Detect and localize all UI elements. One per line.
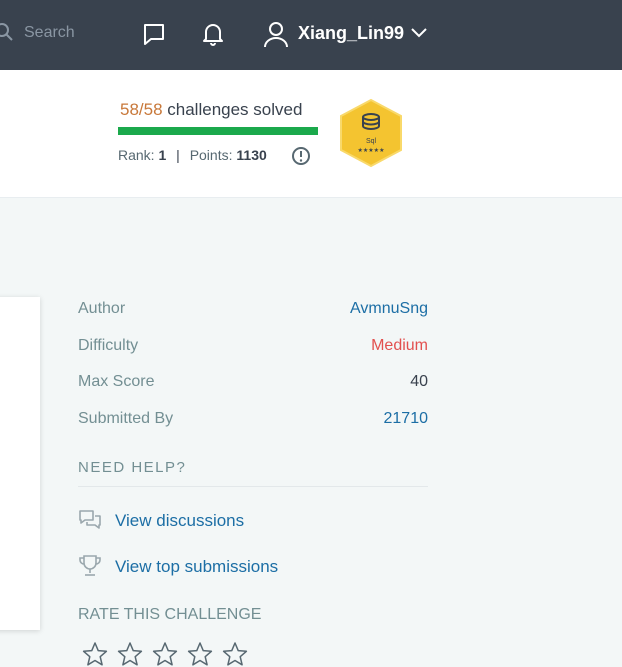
points-label: Points:	[189, 147, 233, 163]
badge-stars: ★★★★★	[358, 147, 385, 154]
rank-label: Rank:	[118, 147, 155, 163]
solved-suffix: challenges solved	[162, 100, 303, 119]
rating-star-1[interactable]	[82, 641, 108, 667]
rating-star-5[interactable]	[222, 641, 248, 667]
view-top-submissions-link[interactable]: View top submissions	[115, 557, 278, 577]
discussions-icon	[79, 510, 101, 529]
top-navigation-bar: Search Xiang_Lin99	[0, 0, 622, 70]
progress-bar-fill	[118, 127, 318, 135]
rating-star-3[interactable]	[152, 641, 178, 667]
badge-name: Sql	[366, 138, 377, 145]
progress-bar	[118, 127, 318, 135]
challenge-content-card	[0, 297, 40, 630]
user-avatar-icon[interactable]	[262, 20, 290, 48]
rate-challenge-heading: RATE THIS CHALLENGE	[78, 606, 262, 623]
trophy-icon	[79, 555, 101, 576]
search-input[interactable]: Search	[24, 24, 75, 42]
solved-count: 58/58	[120, 100, 163, 119]
username-label[interactable]: Xiang_Lin99	[298, 23, 404, 44]
search-icon[interactable]	[0, 22, 14, 42]
max-score-label: Max Score	[78, 373, 155, 390]
separator: |	[176, 147, 180, 163]
rank-points-row: Rank: 1 | Points: 1130	[118, 147, 267, 163]
need-help-heading: NEED HELP?	[78, 459, 187, 476]
submitted-by-label: Submitted By	[78, 410, 174, 427]
challenges-solved-text: 58/58 challenges solved	[120, 100, 302, 120]
help-divider	[78, 486, 428, 487]
rank-value: 1	[158, 147, 167, 163]
bell-icon[interactable]	[201, 21, 225, 47]
points-value: 1130	[236, 147, 267, 163]
difficulty-value: Medium	[371, 337, 428, 354]
sql-badge[interactable]: Sql ★★★★★	[338, 98, 404, 168]
chevron-down-icon[interactable]	[410, 26, 428, 40]
info-icon[interactable]	[291, 146, 311, 166]
rating-star-4[interactable]	[187, 641, 213, 667]
submitted-by-link[interactable]: 21710	[384, 410, 429, 428]
chat-icon[interactable]	[142, 22, 166, 46]
max-score-value: 40	[410, 373, 428, 390]
author-label: Author	[78, 300, 126, 317]
rating-star-2[interactable]	[117, 641, 143, 667]
difficulty-label: Difficulty	[78, 337, 139, 354]
author-link[interactable]: AvmnuSng	[350, 300, 428, 318]
view-discussions-link[interactable]: View discussions	[115, 511, 244, 531]
